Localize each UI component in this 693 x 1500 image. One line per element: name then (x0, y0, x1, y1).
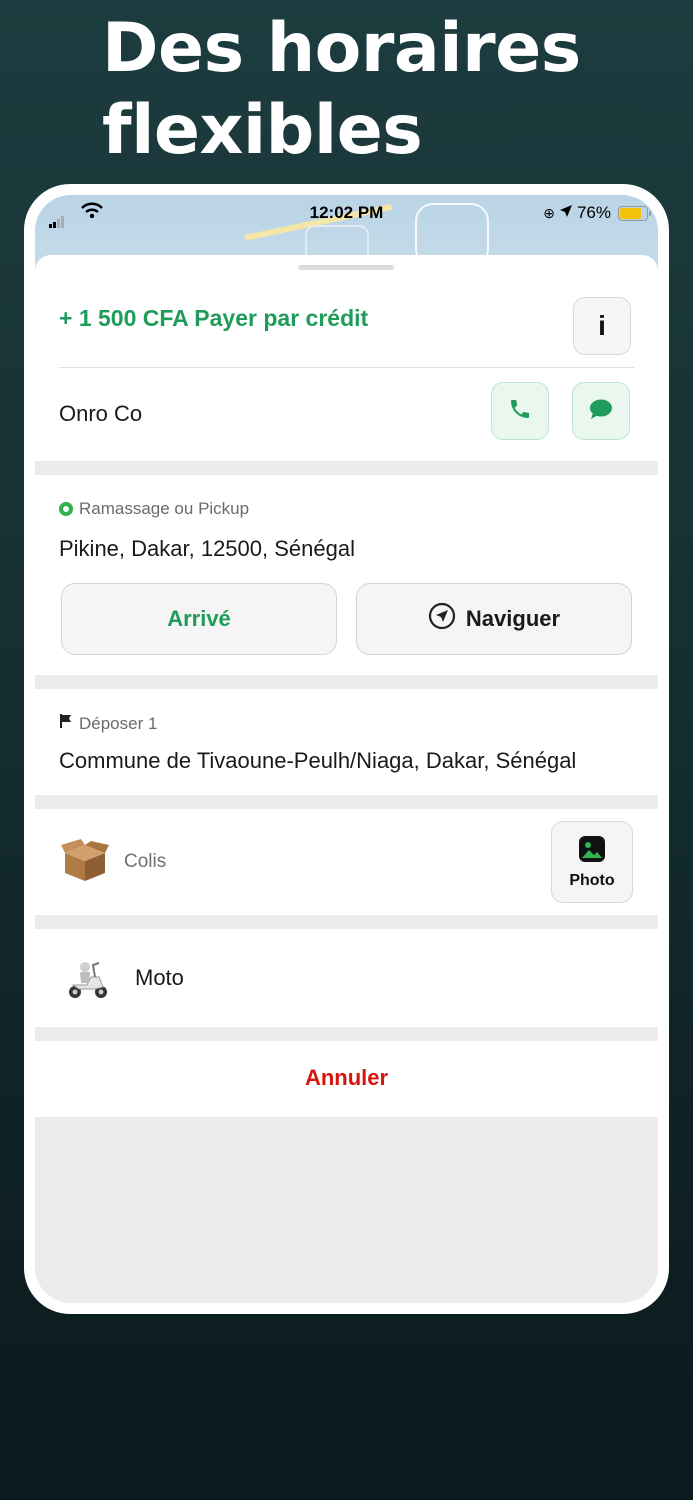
arrive-button[interactable]: Arrivé (61, 583, 337, 655)
location-arrow-icon (559, 203, 573, 223)
navigate-label: Naviguer (465, 606, 561, 631)
sheet-drag-handle[interactable] (298, 265, 394, 270)
cancel-section: Annuler (35, 1041, 658, 1117)
vehicle-section: Moto (35, 929, 658, 1027)
package-section: Colis Photo (35, 809, 658, 915)
divider (59, 367, 634, 368)
payment-amount: + 1 500 CFA Payer par crédit (59, 305, 369, 331)
order-summary-section: + 1 500 CFA Payer par crédit i Onro Co (35, 255, 658, 461)
pickup-dot-icon (59, 502, 73, 516)
pickup-address: Pikine, Dakar, 12500, Sénégal (59, 536, 355, 561)
phone-frame: 12:02 PM ⊕ 76% + 1 500 CFA Payer par cré… (24, 184, 669, 1314)
navigation-icon (428, 602, 456, 636)
dropoff-label: Déposer 1 (79, 713, 158, 733)
dropoff-address: Commune de Tivaoune-Peulh/Niaga, Dakar, … (59, 748, 577, 773)
chat-button[interactable] (572, 382, 630, 440)
box-icon (61, 839, 109, 888)
status-bar: 12:02 PM ⊕ 76% (35, 195, 658, 229)
customer-name: Onro Co (59, 401, 143, 426)
arrive-label: Arrivé (167, 606, 231, 631)
cancel-button[interactable]: Annuler (35, 1065, 658, 1091)
order-sheet: + 1 500 CFA Payer par crédit i Onro Co R… (35, 255, 658, 1303)
photo-label: Photo (569, 871, 615, 889)
pickup-label: Ramassage ou Pickup (79, 499, 250, 518)
info-icon: i (598, 310, 606, 341)
photo-button[interactable]: Photo (551, 821, 633, 903)
phone-icon (508, 397, 532, 426)
package-label: Colis (124, 851, 167, 872)
info-button[interactable]: i (573, 297, 631, 355)
navigate-button[interactable]: Naviguer (356, 583, 632, 655)
phone-screen: 12:02 PM ⊕ 76% + 1 500 CFA Payer par cré… (35, 195, 658, 1303)
rotation-lock-icon: ⊕ (543, 204, 555, 221)
battery-percent: 76% (576, 203, 611, 222)
battery-icon (618, 205, 651, 221)
dropoff-section: Déposer 1 Commune de Tivaoune-Peulh/Niag… (35, 689, 658, 795)
pickup-section: Ramassage ou Pickup Pikine, Dakar, 12500… (35, 475, 658, 675)
headline: Des horaires flexibles (102, 9, 581, 170)
chat-icon (588, 397, 614, 426)
photo-icon (578, 835, 606, 868)
vehicle-label: Moto (135, 965, 184, 990)
scooter-icon (65, 955, 111, 1006)
flag-icon (59, 713, 73, 734)
call-button[interactable] (491, 382, 549, 440)
